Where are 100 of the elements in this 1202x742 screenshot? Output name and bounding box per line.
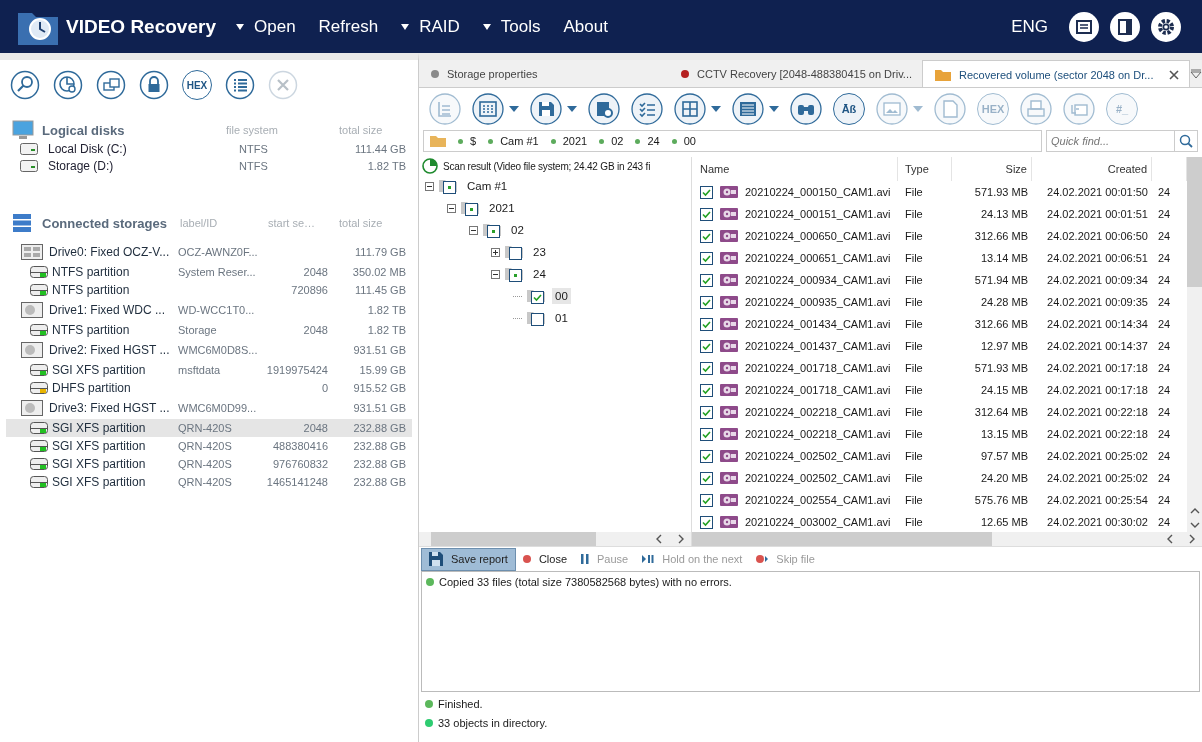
checkbox[interactable] bbox=[700, 427, 713, 441]
scroll-down-icon[interactable] bbox=[1189, 521, 1200, 529]
breadcrumb-item[interactable]: 24 bbox=[635, 135, 660, 147]
checkbox[interactable] bbox=[700, 295, 713, 309]
checkbox[interactable] bbox=[700, 251, 713, 265]
binoculars-icon[interactable] bbox=[790, 93, 822, 125]
tree-item[interactable]: 24 bbox=[530, 266, 549, 282]
file-name[interactable]: 20210224_001437_CAM1.avi bbox=[745, 340, 891, 352]
log-toolbar-button[interactable]: Save report bbox=[421, 547, 516, 571]
checkbox[interactable] bbox=[700, 339, 713, 353]
file-name[interactable]: 20210224_001718_CAM1.avi bbox=[745, 384, 891, 396]
menu-item[interactable]: Refresh bbox=[318, 16, 379, 37]
collapse-icon[interactable] bbox=[469, 225, 478, 235]
tree-item[interactable]: 01 bbox=[552, 310, 571, 326]
checkbox[interactable] bbox=[700, 361, 713, 375]
checkbox[interactable] bbox=[700, 273, 713, 287]
caret-icon[interactable] bbox=[567, 106, 577, 112]
window-icon[interactable] bbox=[1068, 10, 1100, 43]
search-icon[interactable] bbox=[10, 70, 40, 100]
breadcrumb-item[interactable]: $ bbox=[458, 135, 477, 147]
checkbox[interactable] bbox=[700, 229, 713, 243]
partition-row[interactable]: SGI XFS partition QRN-420S 2048 232.88 GB bbox=[6, 419, 412, 437]
panel-icon[interactable] bbox=[1109, 10, 1141, 43]
scroll-up-icon[interactable] bbox=[1189, 507, 1200, 515]
checkbox[interactable] bbox=[700, 449, 713, 463]
save-icon[interactable] bbox=[530, 93, 562, 125]
file-name[interactable]: 20210224_000150_CAM1.avi bbox=[745, 186, 891, 198]
menu-item[interactable]: About bbox=[563, 16, 608, 37]
vertical-scrollbar[interactable] bbox=[1187, 157, 1202, 532]
settings-icon[interactable] bbox=[1150, 10, 1182, 43]
pie-chart-icon[interactable] bbox=[53, 70, 83, 100]
breadcrumb-item[interactable]: Cam #1 bbox=[488, 135, 539, 147]
expand-icon[interactable] bbox=[491, 247, 500, 257]
tree-item[interactable]: 00 bbox=[552, 288, 571, 304]
column-header[interactable]: Created bbox=[1032, 157, 1152, 181]
checkbox[interactable] bbox=[700, 185, 713, 199]
partition-row[interactable]: NTFS partition 720896 111.45 GB bbox=[6, 281, 412, 299]
checkbox[interactable] bbox=[700, 383, 713, 397]
checkbox[interactable] bbox=[700, 515, 713, 529]
menu-item[interactable]: Tools bbox=[482, 16, 541, 37]
file-name[interactable]: 20210224_002218_CAM1.avi bbox=[745, 428, 891, 440]
tree-item[interactable]: 23 bbox=[530, 244, 549, 260]
drives-icon[interactable] bbox=[96, 70, 126, 100]
partition-row[interactable]: NTFS partition System Reser... 2048 350.02 MB bbox=[6, 263, 412, 281]
file-name[interactable]: 20210224_000651_CAM1.avi bbox=[745, 252, 891, 264]
file-name[interactable]: 20210224_001718_CAM1.avi bbox=[745, 362, 891, 374]
menu-item[interactable]: RAID bbox=[401, 16, 460, 37]
grid-icon[interactable] bbox=[472, 93, 504, 125]
partition-row[interactable]: SGI XFS partition msftdata 1919975424 15.99 GB bbox=[6, 361, 412, 379]
scroll-left-icon[interactable] bbox=[1166, 534, 1174, 544]
file-name[interactable]: 20210224_000934_CAM1.avi bbox=[745, 274, 891, 286]
partition-row[interactable]: DHFS partition 0 915.52 GB bbox=[6, 379, 412, 397]
rows-icon[interactable] bbox=[732, 93, 764, 125]
checkbox[interactable] bbox=[487, 225, 500, 238]
checkbox[interactable] bbox=[443, 181, 456, 194]
scroll-left-icon[interactable] bbox=[655, 534, 663, 544]
drive-name[interactable]: Drive2: Fixed HGST ... bbox=[49, 343, 170, 357]
caret-icon[interactable] bbox=[711, 106, 721, 112]
disk-name[interactable]: Local Disk (C:) bbox=[48, 141, 127, 156]
checklist-icon[interactable] bbox=[631, 93, 663, 125]
drive-name[interactable]: Drive1: Fixed WDC ... bbox=[49, 303, 165, 317]
close-icon[interactable] bbox=[1169, 69, 1180, 80]
tab[interactable]: Recovered volume (sector 2048 on Dr... bbox=[922, 60, 1191, 87]
tree-item[interactable]: Cam #1 bbox=[464, 178, 511, 194]
save-settings-icon[interactable] bbox=[588, 93, 620, 125]
column-header[interactable]: Type bbox=[898, 157, 952, 181]
breadcrumb-item[interactable]: 02 bbox=[599, 135, 624, 147]
language-selector[interactable]: ENG bbox=[1011, 16, 1048, 37]
tab[interactable]: Storage properties bbox=[419, 60, 659, 87]
checkbox[interactable] bbox=[700, 207, 713, 221]
horizontal-scrollbar[interactable] bbox=[692, 532, 1202, 546]
tab[interactable]: CCTV Recovery [2048-488380415 on Driv... bbox=[659, 60, 922, 87]
breadcrumb-item[interactable]: 00 bbox=[671, 135, 696, 147]
toolbar-button[interactable]: Āß bbox=[833, 93, 865, 125]
horizontal-scrollbar[interactable] bbox=[419, 532, 691, 546]
column-header[interactable]: Size bbox=[952, 157, 1032, 181]
drive-name[interactable]: Drive3: Fixed HGST ... bbox=[49, 401, 170, 415]
checkbox[interactable] bbox=[700, 471, 713, 485]
caret-icon[interactable] bbox=[509, 106, 519, 112]
checkbox[interactable] bbox=[700, 405, 713, 419]
checkbox[interactable] bbox=[509, 269, 522, 282]
partition-row[interactable]: NTFS partition Storage 2048 1.82 TB bbox=[6, 321, 412, 339]
checkbox[interactable] bbox=[465, 203, 478, 216]
file-name[interactable]: 20210224_002502_CAM1.avi bbox=[745, 472, 891, 484]
quick-find-field[interactable]: Quick find... bbox=[1046, 130, 1198, 152]
partition-row[interactable]: SGI XFS partition QRN-420S 1465141248 232.88 GB bbox=[6, 473, 412, 491]
file-name[interactable]: 20210224_000935_CAM1.avi bbox=[745, 296, 891, 308]
scroll-right-icon[interactable] bbox=[1188, 534, 1196, 544]
list-icon[interactable] bbox=[225, 70, 255, 100]
checkbox[interactable] bbox=[531, 291, 544, 304]
table-icon[interactable] bbox=[674, 93, 706, 125]
tree-item[interactable]: 02 bbox=[508, 222, 527, 238]
lock-icon[interactable] bbox=[139, 70, 169, 100]
checkbox[interactable] bbox=[509, 247, 522, 260]
collapse-icon[interactable] bbox=[447, 203, 456, 213]
collapse-icon[interactable] bbox=[425, 181, 434, 191]
column-header[interactable]: Name bbox=[692, 157, 898, 181]
partition-row[interactable]: SGI XFS partition QRN-420S 976760832 232.88 GB bbox=[6, 455, 412, 473]
checkbox[interactable] bbox=[700, 317, 713, 331]
breadcrumb-item[interactable]: 2021 bbox=[550, 135, 588, 147]
